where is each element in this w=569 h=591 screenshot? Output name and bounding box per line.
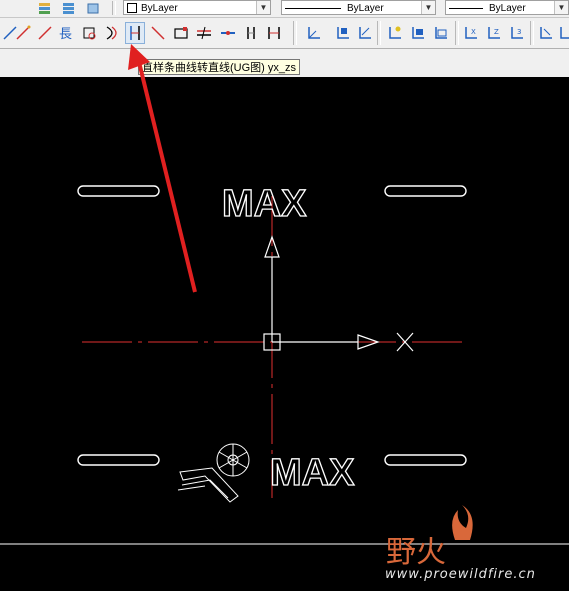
toolbar-separator — [293, 21, 297, 45]
ucs-icon[interactable] — [556, 22, 569, 44]
measure-icon[interactable]: 長 — [56, 22, 76, 44]
watermark-cn: 野火 — [386, 535, 446, 570]
line-icon[interactable] — [13, 22, 33, 44]
svg-text:Z: Z — [494, 28, 499, 36]
rectangle-icon[interactable] — [171, 22, 191, 44]
ucs-icon[interactable] — [304, 22, 324, 44]
diagonal-icon[interactable] — [148, 22, 168, 44]
ucs-icon[interactable] — [333, 22, 353, 44]
ucs-icon[interactable]: 3 — [507, 22, 527, 44]
linetype-dropdown[interactable]: ByLayer ▼ — [281, 0, 436, 15]
color-dropdown-value: ByLayer — [141, 3, 178, 14]
spline-to-line-icon[interactable] — [125, 22, 145, 44]
toolbar-separator — [455, 21, 459, 45]
chevron-down-icon: ▼ — [421, 1, 435, 14]
ucs-icon[interactable]: Z — [484, 22, 504, 44]
arc-icon[interactable] — [101, 22, 121, 44]
lineweight-preview — [449, 7, 483, 9]
ucs-icon[interactable] — [385, 22, 405, 44]
extend-icon[interactable] — [218, 22, 238, 44]
properties-toolbar: ByLayer ▼ ByLayer ▼ ByLayer ▼ — [0, 0, 569, 18]
ucs-icon[interactable] — [431, 22, 451, 44]
circle-icon[interactable] — [79, 22, 99, 44]
svg-text:3: 3 — [517, 28, 521, 36]
toolbar-separator — [530, 21, 534, 45]
toolbar-separator — [112, 1, 116, 15]
trim-icon[interactable] — [241, 22, 261, 44]
color-swatch — [127, 3, 137, 14]
chevron-down-icon: ▼ — [256, 1, 270, 14]
svg-text:X: X — [471, 28, 476, 36]
line-icon[interactable] — [35, 22, 55, 44]
break-icon[interactable] — [194, 22, 214, 44]
lineweight-dropdown-value: ByLayer — [489, 3, 526, 14]
drawing-canvas[interactable] — [0, 77, 569, 591]
tooltip: 直样条曲线转直线(UG图) yx_zs — [138, 59, 300, 75]
linetype-preview — [285, 7, 341, 9]
ucs-icon[interactable]: X — [461, 22, 481, 44]
dimension-icon[interactable] — [264, 22, 284, 44]
layer-stack-icon[interactable] — [35, 0, 55, 16]
linetype-dropdown-value: ByLayer — [347, 3, 384, 14]
ucs-icon[interactable] — [355, 22, 375, 44]
lineweight-dropdown[interactable]: ByLayer ▼ — [445, 0, 569, 15]
layer-previous-icon[interactable] — [83, 0, 103, 16]
ucs-icon[interactable] — [536, 22, 556, 44]
ucs-icon[interactable] — [408, 22, 428, 44]
toolbar-separator — [377, 21, 381, 45]
chevron-down-icon: ▼ — [554, 1, 568, 14]
watermark-url: www.proewildfire.cn — [385, 567, 536, 582]
svg-text:長: 長 — [59, 27, 72, 41]
layer-states-icon[interactable] — [59, 0, 79, 16]
color-dropdown[interactable]: ByLayer ▼ — [123, 0, 271, 15]
